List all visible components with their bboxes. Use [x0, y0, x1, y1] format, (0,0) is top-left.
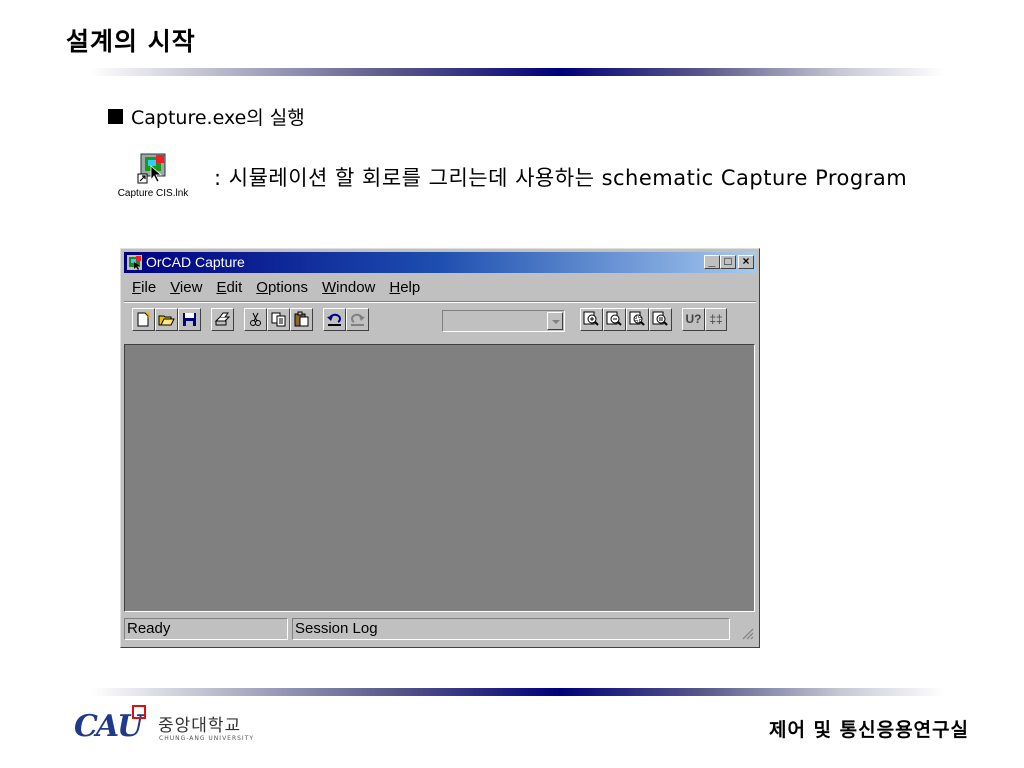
bullet-square-icon	[108, 109, 123, 124]
combo-dropdown-arrow-icon[interactable]	[547, 312, 563, 330]
paste-icon	[294, 311, 309, 327]
menu-bar: File View Edit Options Window Help	[125, 277, 427, 299]
undo-icon	[327, 313, 341, 326]
print-icon	[214, 312, 231, 326]
zoom-area-icon	[629, 311, 645, 326]
zoom-out-icon	[606, 311, 622, 326]
menu-separator	[124, 301, 756, 303]
capture-shortcut[interactable]: Capture CIS.lnk	[103, 152, 203, 199]
orcad-app-icon[interactable]	[127, 255, 142, 270]
window-title: OrCAD Capture	[146, 254, 245, 270]
new-icon	[137, 311, 152, 327]
toolbar: U? ‡‡	[124, 306, 756, 336]
menu-file[interactable]: File	[125, 277, 163, 299]
bullet-text: Capture.exe의 실행	[131, 107, 305, 129]
minimize-button[interactable]: _	[704, 255, 720, 269]
redo-button[interactable]	[346, 308, 369, 331]
save-icon	[183, 313, 196, 326]
university-name-english: CHUNG-ANG UNIVERSITY	[159, 735, 255, 742]
status-bar: Ready Session Log	[124, 616, 756, 642]
menu-view[interactable]: View	[163, 277, 209, 299]
new-button[interactable]	[132, 308, 155, 331]
title-rule	[90, 68, 945, 76]
logo-red-square-icon	[132, 705, 146, 719]
menu-window[interactable]: Window	[315, 277, 382, 299]
save-button[interactable]	[178, 308, 201, 331]
undo-button[interactable]	[323, 308, 346, 331]
open-icon	[158, 315, 175, 326]
slide-title: 설계의 시작	[66, 27, 196, 56]
close-button[interactable]: ×	[738, 255, 754, 269]
orcad-window: OrCAD Capture _ □ × File View Edit Optio…	[120, 248, 760, 648]
copy-button[interactable]	[267, 308, 290, 331]
zoom-all-button[interactable]	[649, 308, 672, 331]
bullet-item: Capture.exe의 실행	[108, 103, 305, 130]
maximize-button[interactable]: □	[720, 255, 736, 269]
redo-icon	[351, 313, 365, 326]
paste-button[interactable]	[290, 308, 313, 331]
cut-button[interactable]	[244, 308, 267, 331]
mdi-workspace[interactable]	[124, 344, 755, 612]
cut-icon	[250, 312, 261, 326]
lab-name: 제어 및 통신응용연구실	[768, 719, 969, 741]
capture-cis-icon[interactable]	[136, 152, 170, 186]
zoom-in-icon	[583, 311, 599, 326]
annotate-button[interactable]: U?	[682, 308, 705, 331]
menu-help[interactable]: Help	[382, 277, 427, 299]
description-text: : 시뮬레이션 할 회로를 그리는데 사용하는 schematic Captur…	[214, 166, 908, 190]
zoom-area-button[interactable]	[626, 308, 649, 331]
menu-edit[interactable]: Edit	[209, 277, 249, 299]
print-button[interactable]	[211, 308, 234, 331]
open-button[interactable]	[155, 308, 178, 331]
back-annotate-button[interactable]: ‡‡	[705, 308, 727, 331]
shortcut-label: Capture CIS.lnk	[117, 188, 189, 199]
menu-options[interactable]: Options	[249, 277, 315, 299]
window-title-bar[interactable]: OrCAD Capture _ □ ×	[124, 252, 756, 273]
footer-rule	[90, 688, 945, 696]
university-logo: CAU 중앙대학교 CHUNG-ANG UNIVERSITY	[74, 703, 274, 753]
status-session-log: Session Log	[292, 618, 730, 640]
resize-grip-icon[interactable]	[740, 626, 754, 640]
zoom-in-button[interactable]	[580, 308, 603, 331]
part-combo-box[interactable]	[442, 310, 565, 332]
copy-icon	[271, 312, 286, 327]
zoom-out-button[interactable]	[603, 308, 626, 331]
university-name: 중앙대학교	[158, 716, 242, 736]
zoom-all-icon	[652, 311, 668, 326]
status-ready: Ready	[124, 618, 288, 640]
